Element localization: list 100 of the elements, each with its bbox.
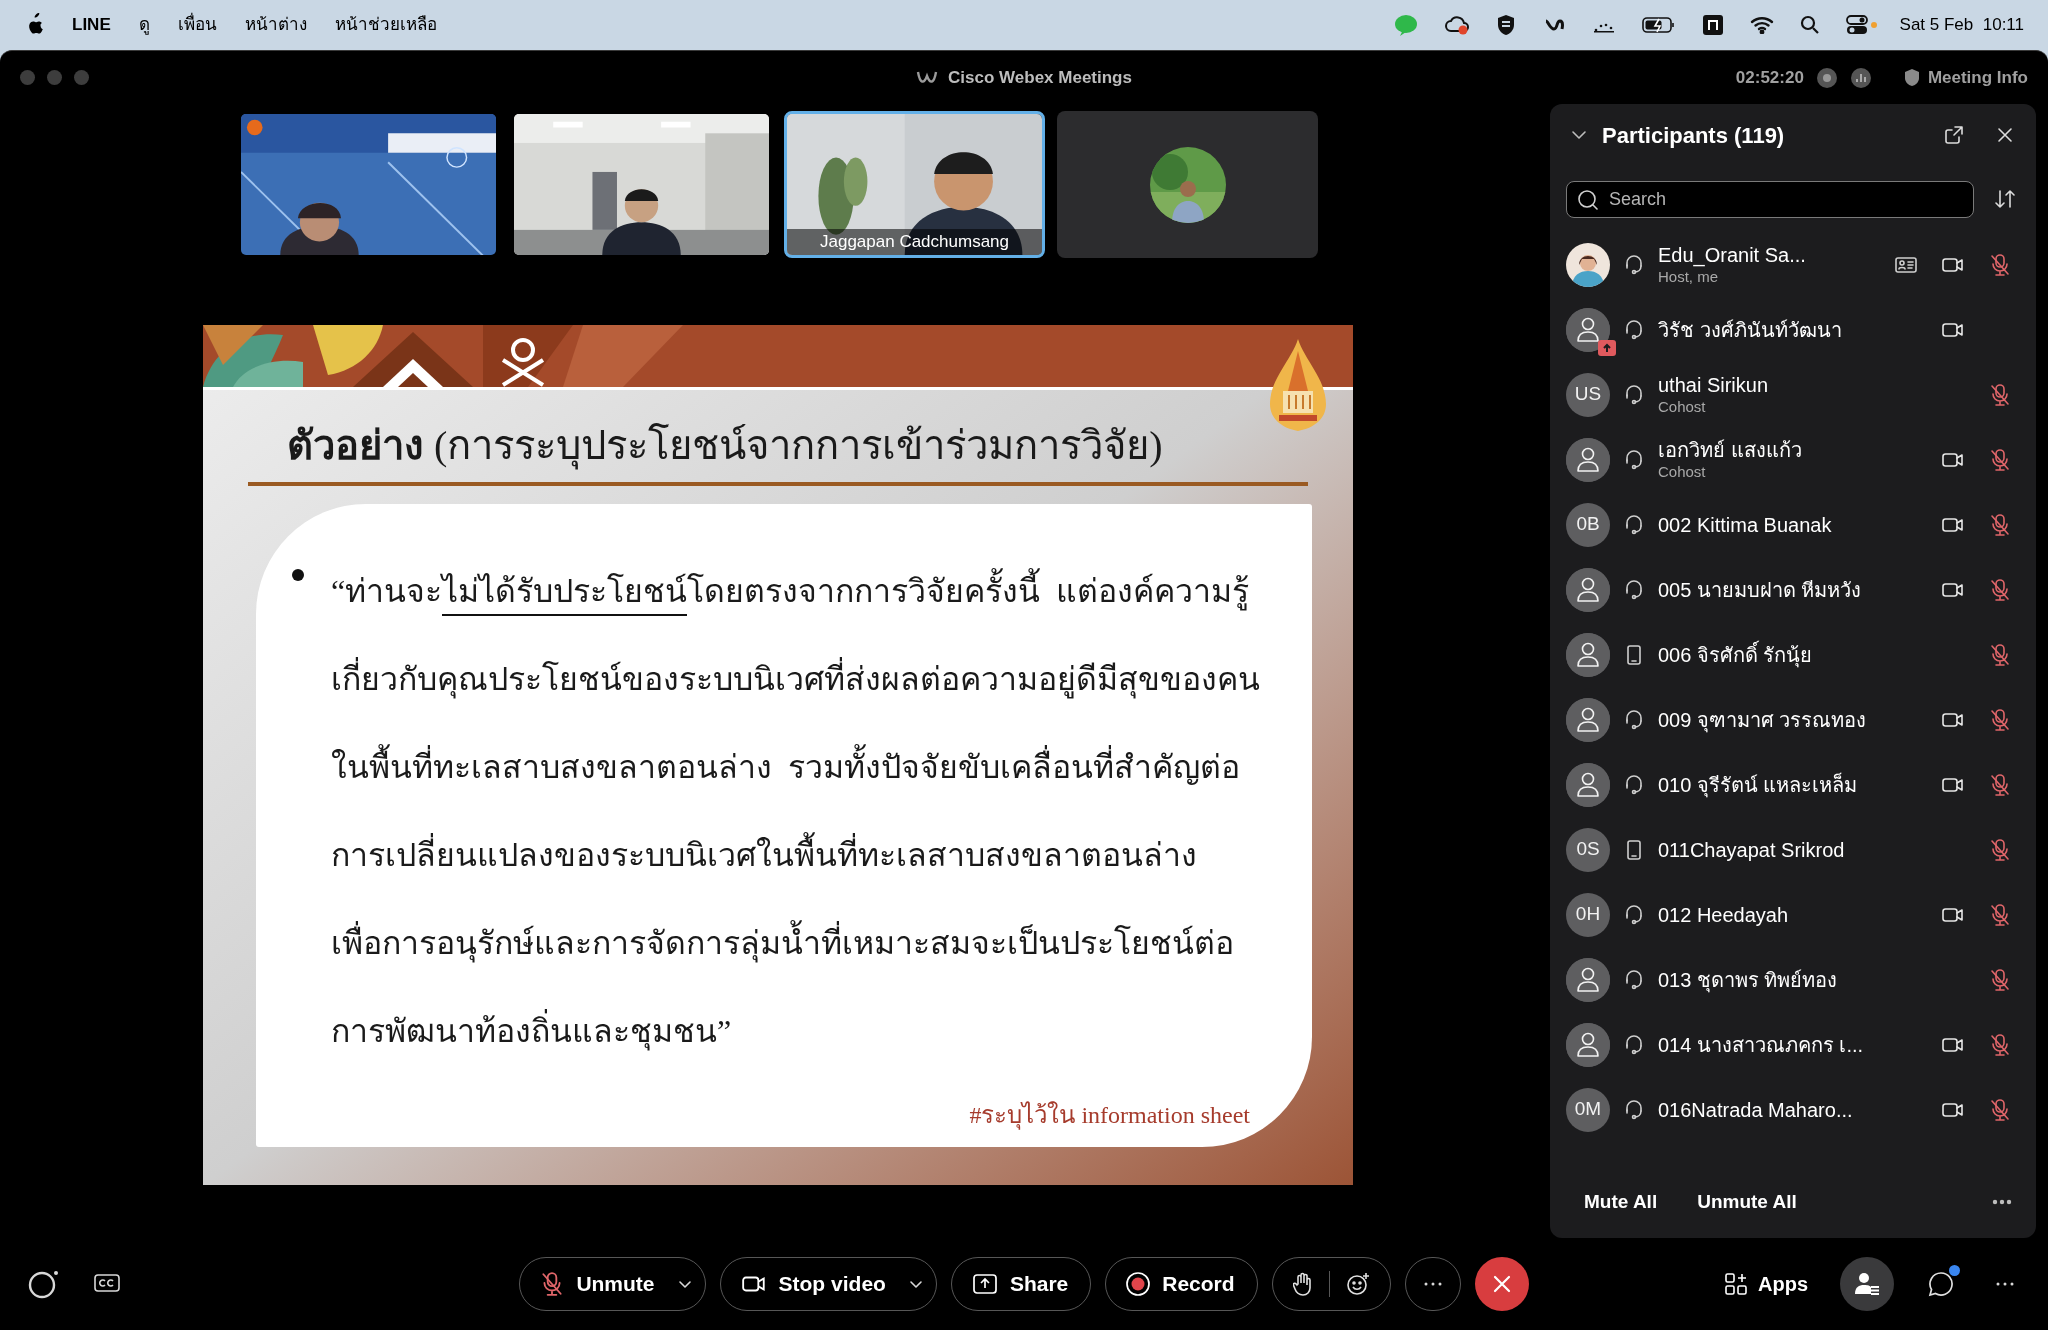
participant-role: Cohost (1658, 461, 1707, 482)
panel-title: Participants (119) (1602, 121, 1785, 150)
unmute-button[interactable]: Unmute (540, 1268, 655, 1300)
app-menu[interactable]: LINE (72, 12, 111, 38)
share-icon (971, 1273, 998, 1295)
participants-icon (1854, 1271, 1880, 1297)
search-field[interactable]: Search (1566, 180, 1974, 218)
close-icon (1996, 126, 2014, 144)
participant-row[interactable]: US uthai Sirikun Cohost (1550, 362, 2036, 427)
close-icon (1491, 1274, 1512, 1294)
video-tile[interactable]: Jaggapan Cadchumsang (784, 111, 1045, 258)
pop-out-icon (1944, 125, 1964, 145)
pop-out-button[interactable] (1944, 125, 1964, 145)
participant-name: เอกวิทย์ แสงแก้ว (1658, 437, 1803, 462)
elapsed-time: 02:52:20 (1735, 66, 1804, 89)
app-icon[interactable] (1701, 14, 1724, 36)
up-arrow-icon (1602, 342, 1612, 353)
status-button[interactable] (28, 1269, 60, 1299)
closed-captions-button[interactable] (94, 1274, 120, 1294)
unmute-all-button[interactable]: Unmute All (1697, 1187, 1797, 1217)
participant-row[interactable]: Edu_Oranit Sa... Host, me (1550, 232, 2036, 297)
participant-name: 013 ชุดาพร ทิพย์ทอง (1658, 967, 1839, 992)
participant-name: 016Natrada Maharo... (1658, 1097, 1854, 1122)
chat-icon (1928, 1271, 1954, 1297)
signal-stats-icon[interactable] (1849, 66, 1872, 89)
participant-name: 010 จุรีรัตน์ แหละเหล็ม (1658, 772, 1859, 797)
menu-item[interactable]: เพื่อน (177, 12, 217, 38)
share-button[interactable]: Share (971, 1268, 1069, 1300)
status-icon (28, 1269, 60, 1299)
mute-all-button[interactable]: Mute All (1584, 1187, 1658, 1217)
muted-microphone-icon (540, 1271, 565, 1297)
participant-row[interactable]: เอกวิทย์ แสงแก้ว Cohost (1550, 427, 2036, 492)
participant-row[interactable]: 014 นางสาวณภคกร เ... (1550, 1012, 2036, 1077)
more-button[interactable] (1996, 1282, 2014, 1286)
participant-name: 006 จิรศักดิ์ รักนุ้ย (1658, 642, 1882, 667)
participant-row[interactable]: วิรัช วงศ์ภินันท์วัฒนา (1550, 297, 2036, 362)
stop-video-button[interactable]: Stop video (740, 1268, 886, 1300)
bullet-paragraph: “ท่านจะไม่ได้รับประโยชน์โดยตรงจากการวิจัยครั้งนี้ แต่องค์ความรู้ เกี่ยวกับคุณประโยชน์ของระบบนิเวศที่ส่งผลต่อความอยู่ดีมีสุขของคน ในพื้นที่ทะเลสาบสงขลาตอนล่าง รวมทั้งปัจจัยขับเคลื่อนที่สำคัญต่อ การเปลี่ยนแปลงของระบบนิเวศในพื้นที่ทะเลสาบสงขลาตอนล่าง เพื่อการอนุรักษ์และการจัดการลุ่มน้ำที่เหมาะสมจะเป็นประโยชน์ต่อ การพัฒนาท้องถิ่นและชุมชน” (331, 544, 1260, 1072)
participant-name: Edu_Oranit Sa... (1658, 242, 1807, 267)
participant-row[interactable]: 013 ชุดาพร ทิพย์ทอง (1550, 947, 2036, 1012)
participant-row[interactable]: 010 จุรีรัตน์ แหละเหล็ม (1550, 752, 2036, 817)
menu-item[interactable]: หน้าต่าง (244, 12, 307, 38)
participant-name: 012 Heedayah (1658, 902, 1790, 927)
avatar-initials: 0H (1566, 892, 1610, 937)
bullet-icon (292, 569, 304, 581)
person-icon (1575, 770, 1601, 799)
person-icon (1575, 965, 1601, 994)
participant-row[interactable]: 0H 012 Heedayah (1550, 882, 2036, 947)
apps-icon (1724, 1272, 1748, 1296)
sort-button[interactable] (1994, 188, 2016, 210)
shield-icon[interactable] (1495, 14, 1516, 36)
avatar-initials: 0S (1566, 827, 1610, 872)
window-title: Cisco Webex Meetings (948, 66, 1132, 89)
participant-row[interactable]: 009 จุฑามาศ วรรณทอง (1550, 687, 2036, 752)
participant-row[interactable]: 0B 002 Kittima Buanak (1550, 492, 2036, 557)
control-center-icon[interactable] (1845, 15, 1878, 35)
participant-name: 014 นางสาวณภคกร เ... (1658, 1032, 1865, 1057)
temple-emblem-icon (1269, 339, 1327, 431)
participant-row[interactable]: 0S 011Chayapat Srikrod (1550, 817, 2036, 882)
participant-name: 002 Kittima Buanak (1658, 512, 1833, 537)
participant-name: uthai Sirikun (1658, 372, 1770, 397)
search-icon[interactable] (1799, 15, 1820, 35)
person-icon (1575, 640, 1601, 669)
person-icon (1575, 575, 1601, 604)
more-icon (1992, 1199, 2012, 1205)
wifi-icon[interactable] (1749, 16, 1774, 34)
participant-row[interactable]: 0M 016Natrada Maharo... (1550, 1077, 2036, 1142)
sort-icon (1994, 188, 2016, 210)
participant-role: Cohost (1658, 396, 1707, 417)
meeting-info-button[interactable]: Meeting Info (1903, 64, 2028, 91)
video-icon (740, 1274, 767, 1294)
emoji-icon[interactable] (1345, 1272, 1370, 1296)
participant-name: วิรัช วงศ์ภินันท์วัฒนา (1658, 317, 1843, 342)
record-button[interactable]: Record (1126, 1268, 1235, 1300)
leave-meeting-button[interactable] (1474, 1257, 1529, 1311)
avatar-initials: US (1566, 372, 1610, 417)
person-icon (1575, 445, 1601, 474)
closed-captions-icon (94, 1274, 120, 1294)
person-icon (1575, 1030, 1601, 1059)
person-icon (1575, 315, 1601, 344)
participant-role: Host, me (1658, 267, 1719, 287)
record-status-icon[interactable] (1815, 66, 1838, 89)
apps-button[interactable]: Apps (1724, 1269, 1808, 1299)
close-button[interactable] (1996, 126, 2014, 144)
participant-row[interactable]: 006 จิรศักดิ์ รักนุ้ย (1550, 622, 2036, 687)
participant-name-label: Jaggapan Cadchumsang (787, 229, 1042, 255)
more-icon (1996, 1282, 2014, 1286)
participants-button[interactable] (1840, 1257, 1894, 1311)
avatar-initials: 0B (1566, 502, 1610, 547)
raise-hand-icon[interactable] (1292, 1272, 1313, 1296)
chat-button[interactable] (1928, 1271, 1954, 1297)
participant-row[interactable]: 005 นายมบฝาด หีมหวัง (1550, 557, 2036, 622)
record-icon (1126, 1272, 1151, 1296)
cloud-icon[interactable] (1443, 14, 1470, 36)
menu-item[interactable]: หน้าช่วยเหลือ (334, 12, 437, 38)
video-tile[interactable] (1057, 111, 1318, 258)
more-button[interactable] (1992, 1199, 2012, 1205)
battery-icon[interactable] (1641, 16, 1676, 34)
slide-title: ตัวอย่าง (การระบุประโยชน์จากการเข้าร่วมการวิจัย) (287, 422, 1164, 472)
menu-item[interactable]: ดู (138, 12, 150, 38)
